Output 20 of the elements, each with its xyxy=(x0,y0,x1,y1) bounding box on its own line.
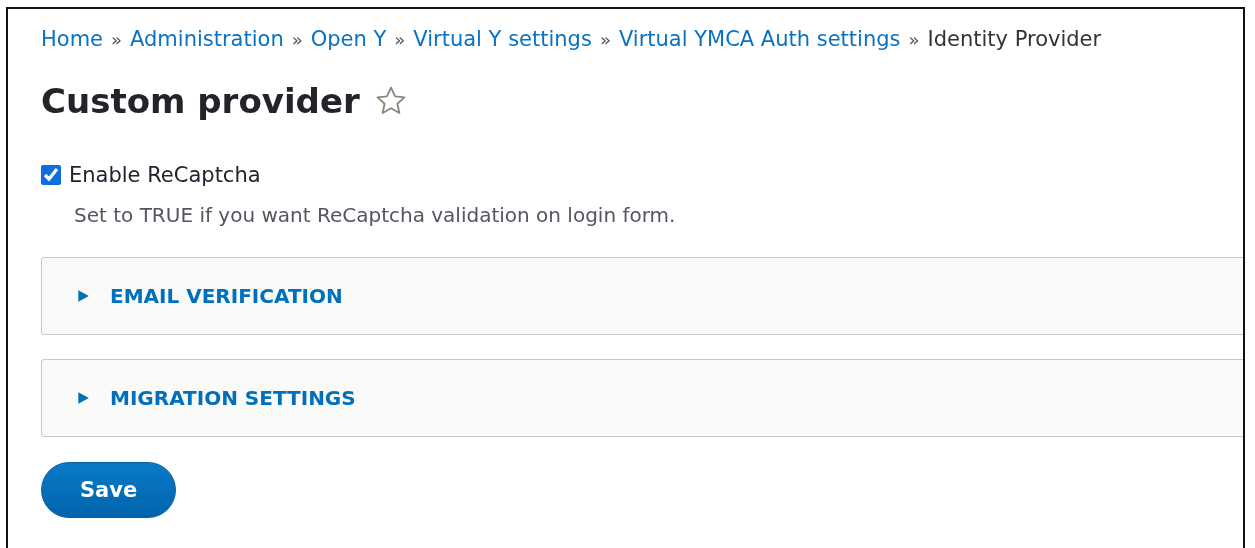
breadcrumb-link[interactable]: Virtual Y settings xyxy=(413,27,592,51)
breadcrumb-separator: » xyxy=(394,29,406,50)
breadcrumb-separator: » xyxy=(111,29,123,50)
collapsible-section[interactable]: EMAIL VERIFICATION xyxy=(41,257,1243,335)
breadcrumb-link[interactable]: Virtual YMCA Auth settings xyxy=(618,27,901,51)
breadcrumb-link[interactable]: Home xyxy=(41,27,103,51)
recaptcha-checkbox[interactable] xyxy=(41,165,61,185)
section-title[interactable]: EMAIL VERIFICATION xyxy=(110,284,343,308)
checkbox-label: Enable ReCaptcha xyxy=(69,163,261,187)
breadcrumb-current: Identity Provider xyxy=(927,27,1102,51)
collapsible-section[interactable]: MIGRATION SETTINGS xyxy=(41,359,1243,437)
field-description: Set to TRUE if you want ReCaptcha validation on login form. xyxy=(74,203,677,227)
breadcrumb-separator: » xyxy=(291,29,303,50)
save-button[interactable]: Save xyxy=(41,462,177,518)
breadcrumb-link[interactable]: Administration xyxy=(130,27,284,51)
page-title: Custom provider xyxy=(41,81,360,121)
breadcrumb-separator: » xyxy=(908,29,920,50)
breadcrumb-link[interactable]: Open Y xyxy=(310,27,387,51)
section-title[interactable]: MIGRATION SETTINGS xyxy=(110,386,356,410)
breadcrumb-separator: » xyxy=(599,29,611,50)
